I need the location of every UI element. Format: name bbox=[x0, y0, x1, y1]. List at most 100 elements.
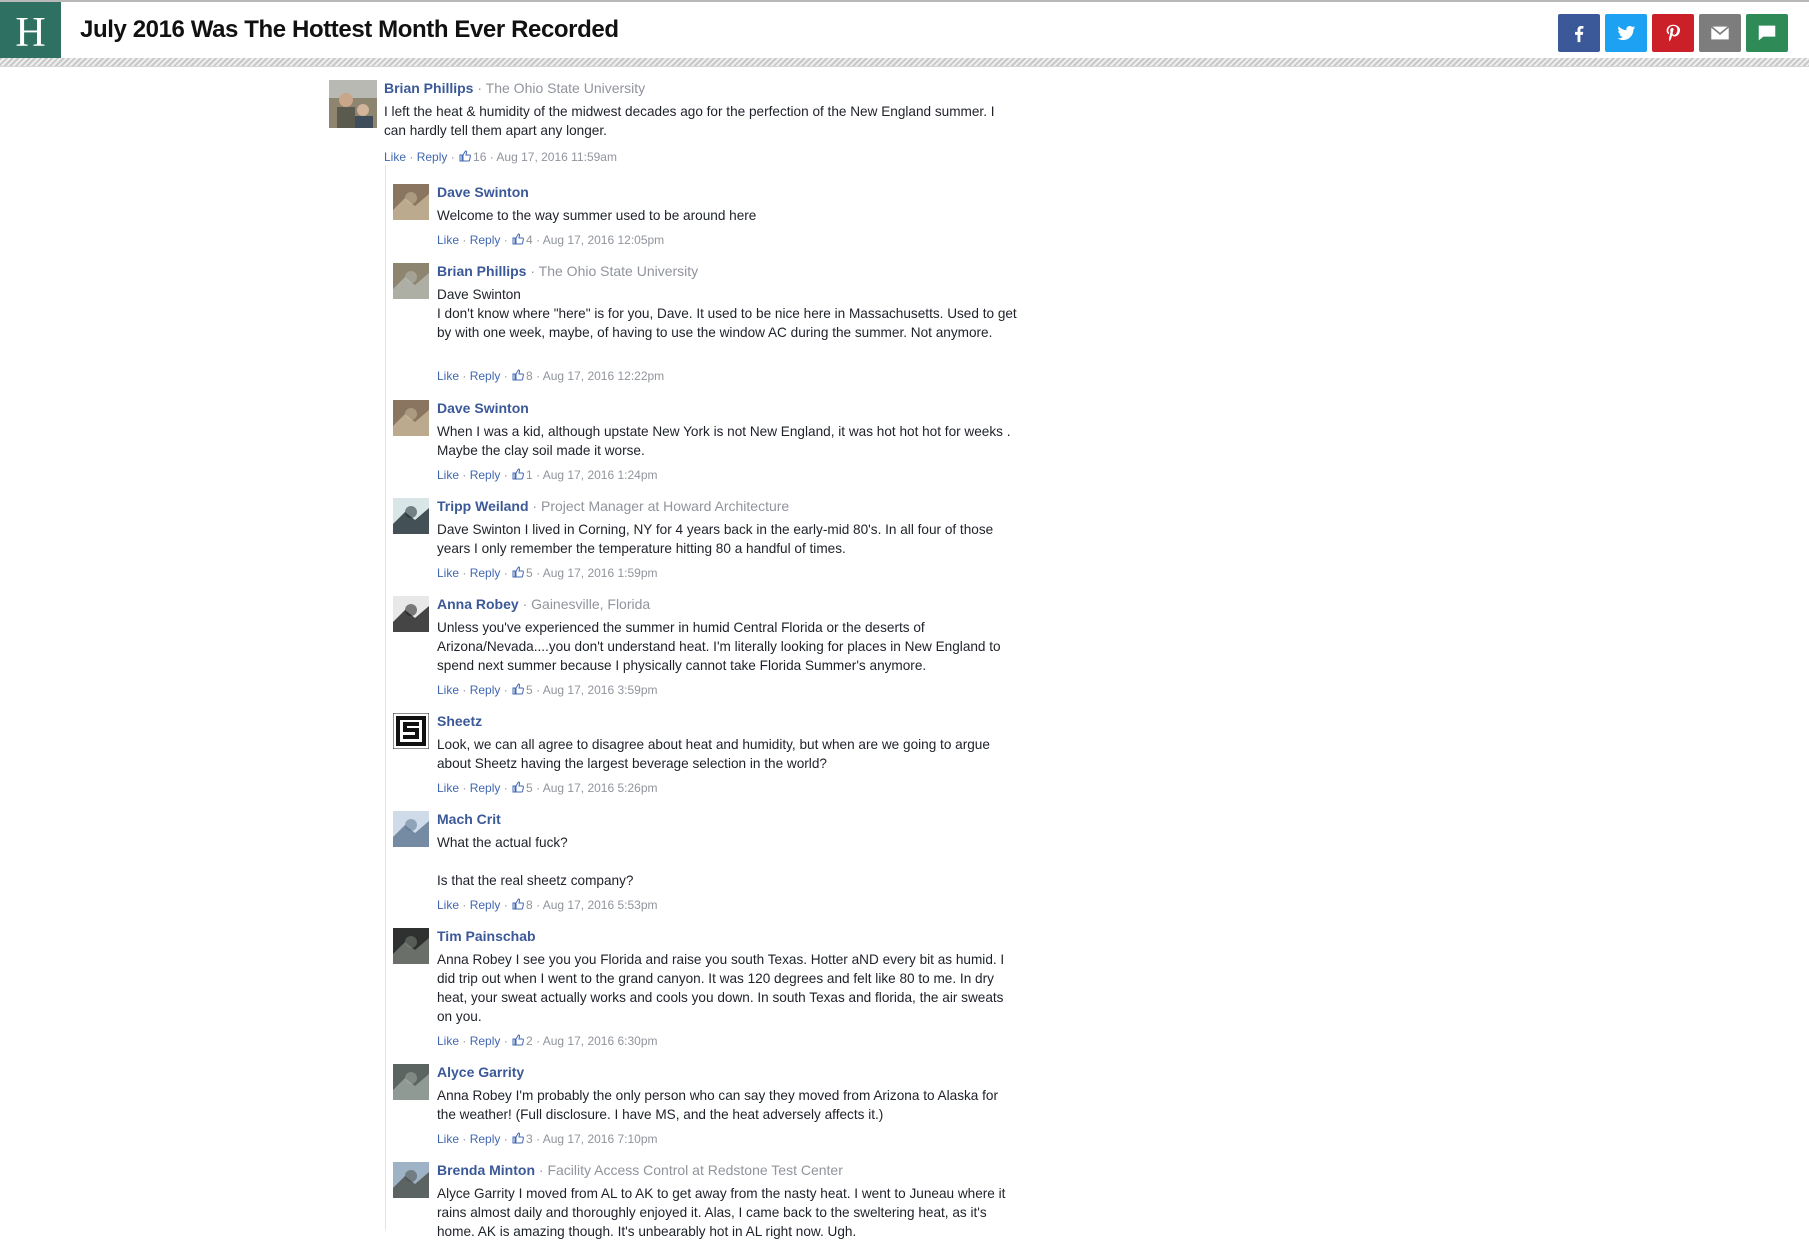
like-link[interactable]: Like bbox=[437, 1132, 459, 1146]
reply-link[interactable]: Reply bbox=[470, 1132, 501, 1146]
separator: · bbox=[459, 233, 470, 247]
separator: · bbox=[526, 263, 539, 279]
timestamp[interactable]: Aug 17, 2016 6:30pm bbox=[543, 1034, 658, 1048]
thumbs-up-icon bbox=[512, 566, 524, 578]
author-name[interactable]: Dave Swinton bbox=[437, 184, 529, 200]
timestamp[interactable]: Aug 17, 2016 5:26pm bbox=[543, 781, 658, 795]
separator: · bbox=[518, 596, 532, 612]
twitter-icon bbox=[1617, 25, 1636, 40]
separator: · bbox=[532, 781, 543, 795]
timestamp[interactable]: Aug 17, 2016 12:05pm bbox=[543, 233, 664, 247]
like-link[interactable]: Like bbox=[437, 566, 459, 580]
reply-link[interactable]: Reply bbox=[470, 683, 501, 697]
separator: · bbox=[459, 369, 470, 383]
author-name[interactable]: Alyce Garrity bbox=[437, 1064, 524, 1080]
like-count: 3 bbox=[526, 1132, 533, 1146]
author-name[interactable]: Brenda Minton bbox=[437, 1162, 535, 1178]
like-count: 8 bbox=[526, 898, 533, 912]
like-link[interactable]: Like bbox=[437, 233, 459, 247]
avatar[interactable] bbox=[393, 713, 429, 749]
author-name[interactable]: Anna Robey bbox=[437, 596, 519, 612]
like-link[interactable]: Like bbox=[437, 781, 459, 795]
comment-actions: Like · Reply · 5 · Aug 17, 2016 3:59pm bbox=[437, 683, 658, 697]
comment-header: Brian Phillips · The Ohio State Universi… bbox=[437, 263, 698, 279]
separator: · bbox=[473, 80, 486, 96]
avatar[interactable] bbox=[329, 80, 377, 128]
reply-link[interactable]: Reply bbox=[470, 781, 501, 795]
like-link[interactable]: Like bbox=[437, 369, 459, 383]
reply-link[interactable]: Reply bbox=[470, 233, 501, 247]
timestamp[interactable]: Aug 17, 2016 1:59pm bbox=[543, 566, 658, 580]
reply-link[interactable]: Reply bbox=[470, 468, 501, 482]
author-name[interactable]: Mach Crit bbox=[437, 811, 501, 827]
thumbs-up-icon bbox=[512, 1034, 524, 1046]
comment-header: Alyce Garrity bbox=[437, 1064, 524, 1080]
separator: · bbox=[532, 1034, 543, 1048]
avatar[interactable] bbox=[393, 498, 429, 534]
separator: · bbox=[532, 898, 543, 912]
avatar[interactable] bbox=[393, 263, 429, 299]
like-link[interactable]: Like bbox=[437, 898, 459, 912]
separator: · bbox=[532, 468, 543, 482]
avatar[interactable] bbox=[393, 184, 429, 220]
author-name[interactable]: Brian Phillips bbox=[437, 263, 526, 279]
separator: · bbox=[500, 898, 512, 912]
facebook-icon bbox=[1575, 25, 1584, 43]
timestamp[interactable]: Aug 17, 2016 12:22pm bbox=[543, 369, 664, 383]
like-link[interactable]: Like bbox=[437, 683, 459, 697]
comment-icon bbox=[1758, 25, 1776, 41]
avatar[interactable] bbox=[393, 596, 429, 632]
separator: · bbox=[500, 1034, 512, 1048]
top-bar: H July 2016 Was The Hottest Month Ever R… bbox=[0, 0, 1809, 63]
thumbs-up-icon bbox=[459, 150, 471, 162]
reply-link[interactable]: Reply bbox=[470, 898, 501, 912]
reply-link[interactable]: Reply bbox=[470, 566, 501, 580]
timestamp[interactable]: Aug 17, 2016 3:59pm bbox=[543, 683, 658, 697]
like-link[interactable]: Like bbox=[437, 468, 459, 482]
timestamp[interactable]: Aug 17, 2016 5:53pm bbox=[543, 898, 658, 912]
author-name[interactable]: Dave Swinton bbox=[437, 400, 529, 416]
email-share-button[interactable] bbox=[1699, 14, 1741, 52]
like-count: 5 bbox=[526, 781, 533, 795]
separator: · bbox=[459, 1132, 470, 1146]
author-name[interactable]: Tripp Weiland bbox=[437, 498, 529, 514]
separator: · bbox=[532, 233, 543, 247]
avatar[interactable] bbox=[393, 400, 429, 436]
reply-link[interactable]: Reply bbox=[417, 150, 448, 164]
author-name[interactable]: Brian Phillips bbox=[384, 80, 473, 96]
author-affiliation: The Ohio State University bbox=[538, 263, 699, 279]
timestamp[interactable]: Aug 17, 2016 7:10pm bbox=[543, 1132, 658, 1146]
comment-header: Sheetz bbox=[437, 713, 482, 729]
separator: · bbox=[532, 1132, 543, 1146]
like-link[interactable]: Like bbox=[384, 150, 406, 164]
separator: · bbox=[528, 498, 541, 514]
reply-link[interactable]: Reply bbox=[470, 1034, 501, 1048]
comments-button[interactable] bbox=[1746, 14, 1788, 52]
timestamp[interactable]: Aug 17, 2016 1:24pm bbox=[543, 468, 658, 482]
twitter-share-button[interactable] bbox=[1605, 14, 1647, 52]
comment-actions: Like · Reply · 4 · Aug 17, 2016 12:05pm bbox=[437, 233, 664, 247]
like-link[interactable]: Like bbox=[437, 1034, 459, 1048]
comment-text: Welcome to the way summer used to be aro… bbox=[437, 208, 757, 223]
avatar[interactable] bbox=[393, 811, 429, 847]
author-name[interactable]: Sheetz bbox=[437, 713, 482, 729]
separator: · bbox=[459, 1034, 470, 1048]
separator: · bbox=[500, 1132, 512, 1146]
separator: · bbox=[459, 781, 470, 795]
author-name[interactable]: Tim Painschab bbox=[437, 928, 536, 944]
facebook-share-button[interactable] bbox=[1558, 14, 1600, 52]
author-affiliation: Gainesville, Florida bbox=[531, 596, 651, 612]
avatar[interactable] bbox=[393, 1162, 429, 1198]
reply-link[interactable]: Reply bbox=[470, 369, 501, 383]
separator: · bbox=[500, 369, 512, 383]
comment-actions: Like · Reply · 2 · Aug 17, 2016 6:30pm bbox=[437, 1034, 658, 1048]
comment-header: Tim Painschab bbox=[437, 928, 536, 944]
avatar[interactable] bbox=[393, 1064, 429, 1100]
avatar[interactable] bbox=[393, 928, 429, 964]
site-logo[interactable]: H bbox=[0, 2, 61, 63]
like-count: 1 bbox=[526, 468, 533, 482]
like-count: 5 bbox=[526, 566, 533, 580]
separator: · bbox=[459, 898, 470, 912]
pinterest-share-button[interactable] bbox=[1652, 14, 1694, 52]
timestamp[interactable]: Aug 17, 2016 11:59am bbox=[496, 150, 617, 164]
